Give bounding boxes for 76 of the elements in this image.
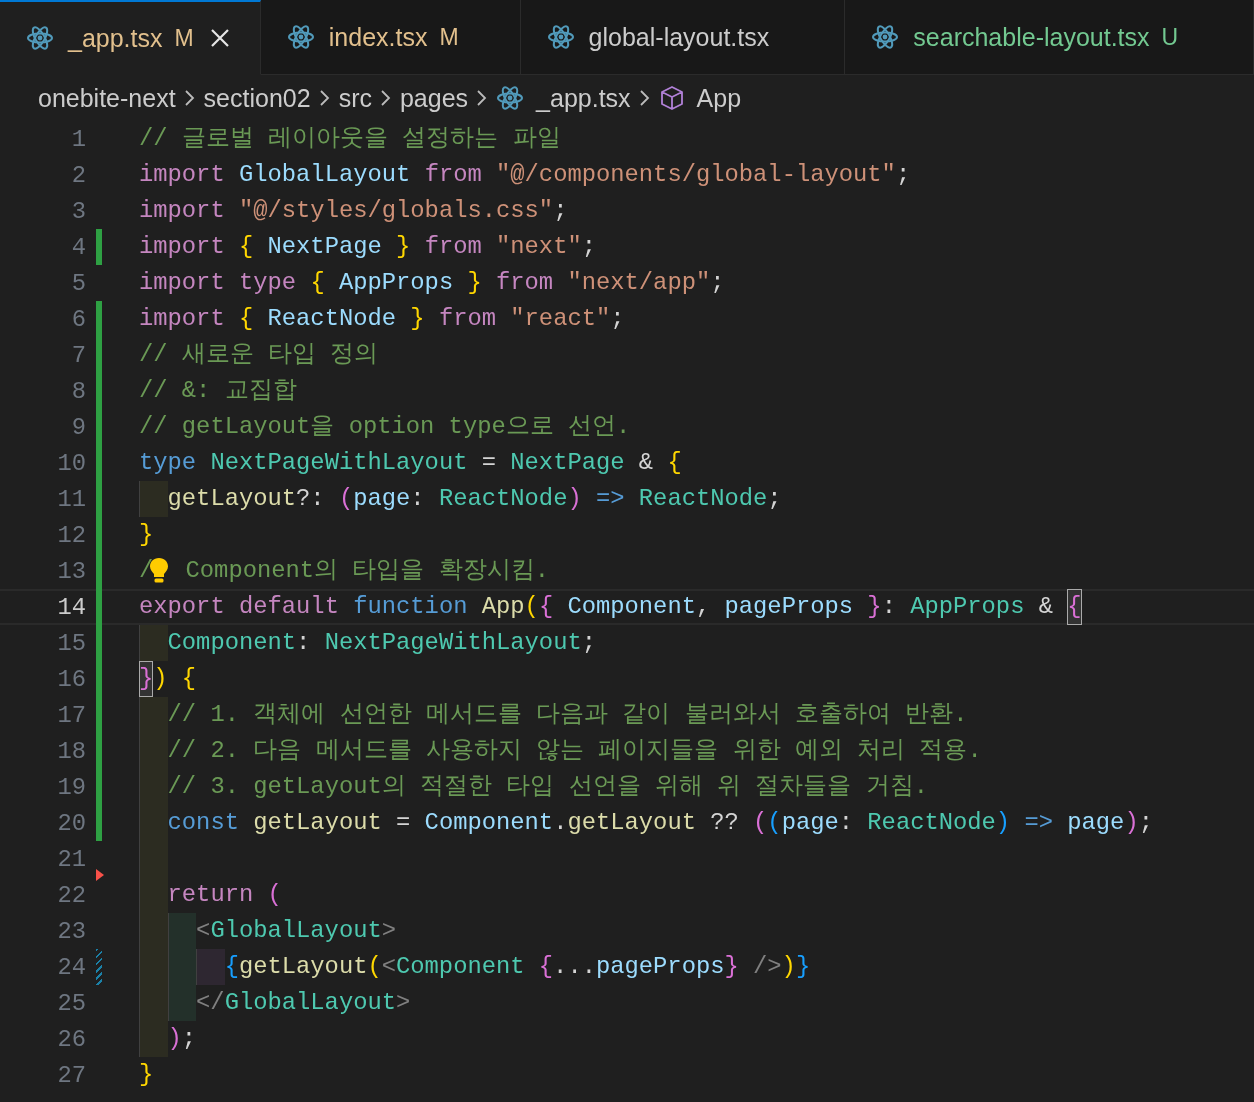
- react-icon: [871, 24, 900, 50]
- line-number: 21: [56, 845, 86, 873]
- react-icon: [546, 24, 575, 50]
- line-number: 20: [56, 809, 86, 837]
- react-icon: [286, 24, 315, 50]
- line-number: 1: [70, 125, 86, 153]
- line-number: 6: [70, 305, 86, 333]
- line-number: 4: [70, 233, 86, 261]
- breadcrumb-item[interactable]: _app.tsx: [496, 83, 631, 113]
- code-line: {getLayout(<Component {...pageProps} />)}: [139, 949, 811, 985]
- line-number: 8: [70, 377, 86, 405]
- code-line: Component: NextPageWithLayout;: [139, 625, 596, 661]
- breadcrumb-item[interactable]: section02: [203, 83, 311, 113]
- line-number: 13: [56, 557, 86, 585]
- line-number: 5: [70, 269, 86, 297]
- code-line: }: [139, 1060, 154, 1090]
- code-line: import type { AppProps } from "next/app";: [139, 268, 725, 298]
- react-icon: [496, 85, 525, 111]
- line-number: 17: [56, 701, 86, 729]
- line-number: 16: [56, 665, 86, 693]
- code-line: import { NextPage } from "next";: [139, 232, 596, 262]
- line-number: 10: [56, 449, 86, 477]
- chevron-right-icon: [379, 88, 392, 108]
- line-number: 2: [70, 161, 86, 189]
- line-number: 3: [70, 197, 86, 225]
- code-line: }: [139, 520, 154, 550]
- code-line: export default function App({ Component, pageProps }: AppProps & {: [139, 589, 1082, 625]
- code-line: </GlobalLayout>: [139, 985, 411, 1021]
- line-number: 23: [56, 917, 86, 945]
- line-number: 9: [70, 413, 86, 441]
- code-line: import "@/styles/globals.css";: [139, 196, 568, 226]
- code-line: // 1. 객체에 선언한 메서드를 다음과 같이 불러와서 호출하여 반환.: [139, 697, 968, 733]
- line-number: 27: [56, 1061, 86, 1089]
- line-number: 7: [70, 341, 86, 369]
- code-line: // 2. 다음 메서드를 사용하지 않는 페이지들을 위한 예외 처리 적용.: [139, 733, 982, 769]
- code-line: // &: 교집합: [139, 376, 297, 406]
- code-line: const getLayout = Component.getLayout ?? ((page: ReactNode) => page);: [139, 805, 1153, 841]
- react-icon: [26, 25, 54, 51]
- line-number: 22: [56, 881, 86, 909]
- editor-tab[interactable]: index.tsx M: [260, 0, 521, 75]
- code-line: /: [139, 556, 154, 586]
- code-line: // 글로벌 레이아웃을 설정하는 파일: [139, 124, 561, 154]
- line-number: 26: [56, 1025, 86, 1053]
- code-line: Component의 타입을 확장시킴.: [184, 556, 549, 586]
- line-number: 19: [56, 773, 86, 801]
- line-number: 25: [56, 989, 86, 1017]
- line-number: 12: [56, 521, 86, 549]
- line-number: 11: [56, 485, 86, 513]
- editor-tab[interactable]: global-layout.tsx: [520, 0, 846, 75]
- breadcrumb-item[interactable]: App: [658, 83, 742, 113]
- code-line: import { ReactNode } from "react";: [139, 304, 625, 334]
- breadcrumb-item[interactable]: pages: [399, 83, 469, 113]
- chevron-right-icon: [318, 88, 331, 108]
- code-line: // 새로운 타입 정의: [139, 340, 379, 370]
- code-line: // getLayout을 option type으로 선언.: [139, 412, 631, 442]
- breadcrumb-item[interactable]: onebite-next: [38, 83, 176, 113]
- editor-tab[interactable]: _app.tsx M: [0, 0, 261, 75]
- code-line: }) {: [139, 661, 197, 697]
- line-number: 24: [56, 953, 86, 981]
- code-line: import GlobalLayout from "@/components/global-layout";: [139, 160, 911, 190]
- breadcrumb-item[interactable]: src: [338, 83, 372, 113]
- chevron-right-icon: [183, 88, 196, 108]
- code-line: getLayout?: (page: ReactNode) => ReactNode;: [139, 481, 782, 517]
- cube-icon: [658, 85, 685, 111]
- chevron-right-icon: [638, 88, 651, 108]
- code-line: type NextPageWithLayout = NextPage & {: [139, 448, 682, 478]
- code-line: return (: [139, 877, 282, 913]
- deleted-line-marker[interactable]: [96, 869, 104, 881]
- line-number: 15: [56, 629, 86, 657]
- close-icon[interactable]: [209, 28, 230, 48]
- code-line: // 3. getLayout의 적절한 타입 선언을 위해 위 절차들을 거침.: [139, 769, 928, 805]
- editor-tab[interactable]: searchable-layout.tsx U: [845, 0, 1254, 75]
- line-number: 18: [56, 737, 86, 765]
- chevron-right-icon: [476, 88, 489, 108]
- code-line: <GlobalLayout>: [139, 913, 397, 949]
- line-number: 14: [56, 593, 86, 621]
